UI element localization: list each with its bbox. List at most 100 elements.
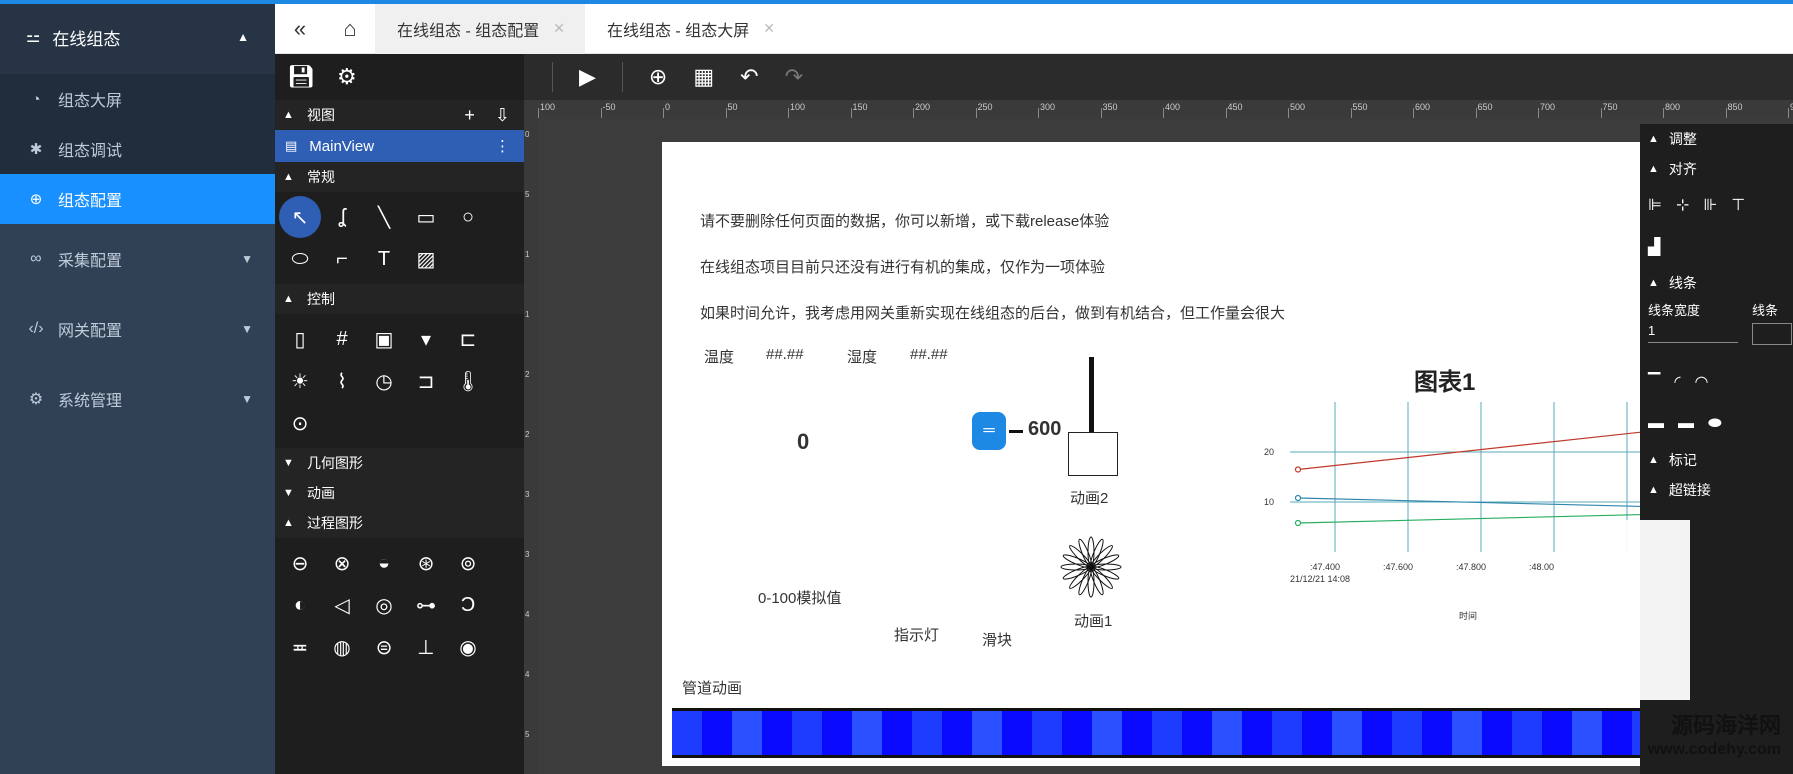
gauge-value[interactable]: 0: [797, 429, 809, 455]
redo-icon[interactable]: ↷: [785, 64, 803, 90]
half-circle-icon[interactable]: ◐: [279, 584, 321, 626]
line-cap-square-icon[interactable]: ▔: [1648, 372, 1660, 392]
align-bottom-icon[interactable]: ▟: [1648, 237, 1660, 257]
section-hyperlink[interactable]: ▲ 超链接: [1640, 475, 1793, 505]
joystick-icon[interactable]: ⊥: [405, 626, 447, 668]
view-item-mainview[interactable]: ▤ MainView ⋮: [275, 130, 524, 162]
reactor-icon[interactable]: ◉: [447, 626, 489, 668]
home-icon[interactable]: ⌂: [325, 16, 375, 42]
animation1-label[interactable]: 动画1: [1074, 610, 1112, 631]
line-cap-round-icon[interactable]: ◜: [1674, 372, 1680, 392]
section-marker[interactable]: ▲ 标记: [1640, 445, 1793, 475]
close-icon[interactable]: ✕: [763, 20, 775, 37]
zoom-icon[interactable]: ⊕: [649, 64, 667, 90]
close-icon[interactable]: ✕: [553, 20, 565, 37]
indicator-label[interactable]: 指示灯: [894, 624, 939, 645]
toggle-control-icon[interactable]: ⊙: [279, 402, 321, 444]
valve-icon[interactable]: ⊶: [405, 584, 447, 626]
thermometer-control-icon[interactable]: 🌡︎: [447, 360, 489, 402]
nav-header[interactable]: ⚍ 在线组态 ▲: [0, 0, 275, 74]
align-top-icon[interactable]: ⊤: [1731, 195, 1745, 215]
fan-icon[interactable]: ⊗: [321, 542, 363, 584]
sidebar-item-config[interactable]: ⊕ 组态配置: [0, 174, 275, 224]
sidebar-group-gateway[interactable]: ‹/› 网关配置 ▼: [0, 294, 275, 364]
text-tool-icon[interactable]: T: [363, 238, 405, 280]
section-adjust[interactable]: ▲ 调整: [1640, 124, 1793, 154]
section-view[interactable]: ▲ 视图 + ⇩: [275, 100, 524, 130]
animation2-label[interactable]: 动画2: [1070, 487, 1108, 508]
align-right-icon[interactable]: ⊪: [1703, 195, 1717, 215]
notice-text-1[interactable]: 请不要删除任何页面的数据，你可以新增，或下载release体验: [700, 210, 1109, 231]
humidity-label[interactable]: 湿度: [847, 346, 877, 367]
canvas-page[interactable]: 请不要删除任何页面的数据，你可以新增，或下载release体验 在线组态项目目前…: [662, 142, 1665, 766]
section-process[interactable]: ▲ 过程图形: [275, 508, 524, 538]
slider-handle[interactable]: ═: [972, 412, 1006, 450]
play-icon[interactable]: ▶: [579, 64, 596, 90]
animation2-box[interactable]: [1068, 432, 1118, 476]
temperature-label[interactable]: 温度: [704, 346, 734, 367]
slider-label[interactable]: 滑块: [982, 629, 1012, 650]
settings-icon[interactable]: ⚙: [337, 64, 357, 90]
chart-control-icon[interactable]: ⌇: [321, 360, 363, 402]
line-join-bevel-icon[interactable]: ▬: [1678, 415, 1694, 433]
line-type-select[interactable]: [1752, 323, 1792, 345]
sidebar-group-system[interactable]: ⚙ 系统管理 ▼: [0, 364, 275, 434]
dropdown-control-icon[interactable]: ▾: [405, 318, 447, 360]
pipe-control-icon[interactable]: ⊐: [405, 360, 447, 402]
collapse-icon[interactable]: «: [275, 16, 325, 42]
turbine-icon[interactable]: ◎: [363, 584, 405, 626]
more-icon[interactable]: ⋮: [495, 137, 510, 155]
temperature-value[interactable]: ##.##: [766, 346, 804, 363]
slider-value[interactable]: 600: [1028, 418, 1061, 441]
ellipse-tool-icon[interactable]: ⬭: [279, 238, 321, 280]
sidebar-item-dashboard[interactable]: ◔ 组态大屏: [0, 74, 275, 124]
pump-icon[interactable]: ⊖: [279, 542, 321, 584]
tab-dashboard[interactable]: 在线组态 - 组态大屏 ✕: [585, 4, 795, 54]
section-line[interactable]: ▲ 线条: [1640, 268, 1793, 298]
undo-icon[interactable]: ↶: [740, 64, 758, 90]
section-animation[interactable]: ▼ 动画: [275, 478, 524, 508]
mixer-icon[interactable]: ⊛: [405, 542, 447, 584]
line-join-miter-icon[interactable]: ▬: [1648, 415, 1664, 433]
blower-icon[interactable]: ◒: [363, 542, 405, 584]
motor-icon[interactable]: ◍: [321, 626, 363, 668]
pointer-tool-icon[interactable]: ↖: [279, 196, 321, 238]
section-align[interactable]: ▲ 对齐: [1640, 154, 1793, 184]
tab-config[interactable]: 在线组态 - 组态配置 ✕: [375, 3, 585, 54]
input-control-icon[interactable]: ▯: [279, 318, 321, 360]
sidebar-item-debug[interactable]: ✱ 组态调试: [0, 124, 275, 174]
sidebar-group-collection[interactable]: ∞ 采集配置 ▼: [0, 224, 275, 294]
tank-icon[interactable]: Ͻ: [447, 584, 489, 626]
gauge-control-icon[interactable]: ◷: [363, 360, 405, 402]
light-control-icon[interactable]: ☀: [279, 360, 321, 402]
notice-text-3[interactable]: 如果时间允许，我考虑用网关重新实现在线组态的后台，做到有机结合，但工作量会很大: [700, 302, 1285, 323]
panel-control-icon[interactable]: ▣: [363, 318, 405, 360]
line-width-input[interactable]: 1: [1648, 319, 1738, 343]
align-center-icon[interactable]: ⊹: [1676, 195, 1689, 215]
section-general[interactable]: ▲ 常规: [275, 162, 524, 192]
analog-value-label[interactable]: 0-100模拟值: [758, 587, 841, 608]
pipe-animation-bar[interactable]: [672, 708, 1765, 758]
section-control[interactable]: ▲ 控制: [275, 284, 524, 314]
rectangle-tool-icon[interactable]: ▭: [405, 196, 447, 238]
compressor-icon[interactable]: ⊚: [447, 542, 489, 584]
nozzle-icon[interactable]: ◁: [321, 584, 363, 626]
save-icon[interactable]: 💾︎: [287, 64, 315, 90]
freehand-tool-icon[interactable]: ʆ: [321, 196, 363, 238]
align-left-icon[interactable]: ⊫: [1648, 195, 1662, 215]
line-tool-icon[interactable]: ╲: [363, 196, 405, 238]
valve-control-icon[interactable]: ⊏: [447, 318, 489, 360]
import-icon[interactable]: ⇩: [495, 105, 510, 126]
section-geometry[interactable]: ▼ 几何图形: [275, 448, 524, 478]
circle-tool-icon[interactable]: ○: [447, 196, 489, 238]
polyline-tool-icon[interactable]: ⌐: [321, 238, 363, 280]
filter-icon[interactable]: ⊜: [363, 626, 405, 668]
line-join-round-icon[interactable]: ⬬: [1708, 415, 1722, 433]
line-cap-flat-icon[interactable]: ◠: [1695, 372, 1709, 392]
pipe-animation-label[interactable]: 管道动画: [682, 677, 742, 698]
add-icon[interactable]: +: [464, 105, 475, 126]
conveyor-icon[interactable]: ≖: [279, 626, 321, 668]
notice-text-2[interactable]: 在线组态项目目前只还没有进行有机的集成，仅作为一项体验: [700, 256, 1105, 277]
animation1-sunburst[interactable]: [1060, 536, 1122, 598]
number-control-icon[interactable]: #: [321, 318, 363, 360]
